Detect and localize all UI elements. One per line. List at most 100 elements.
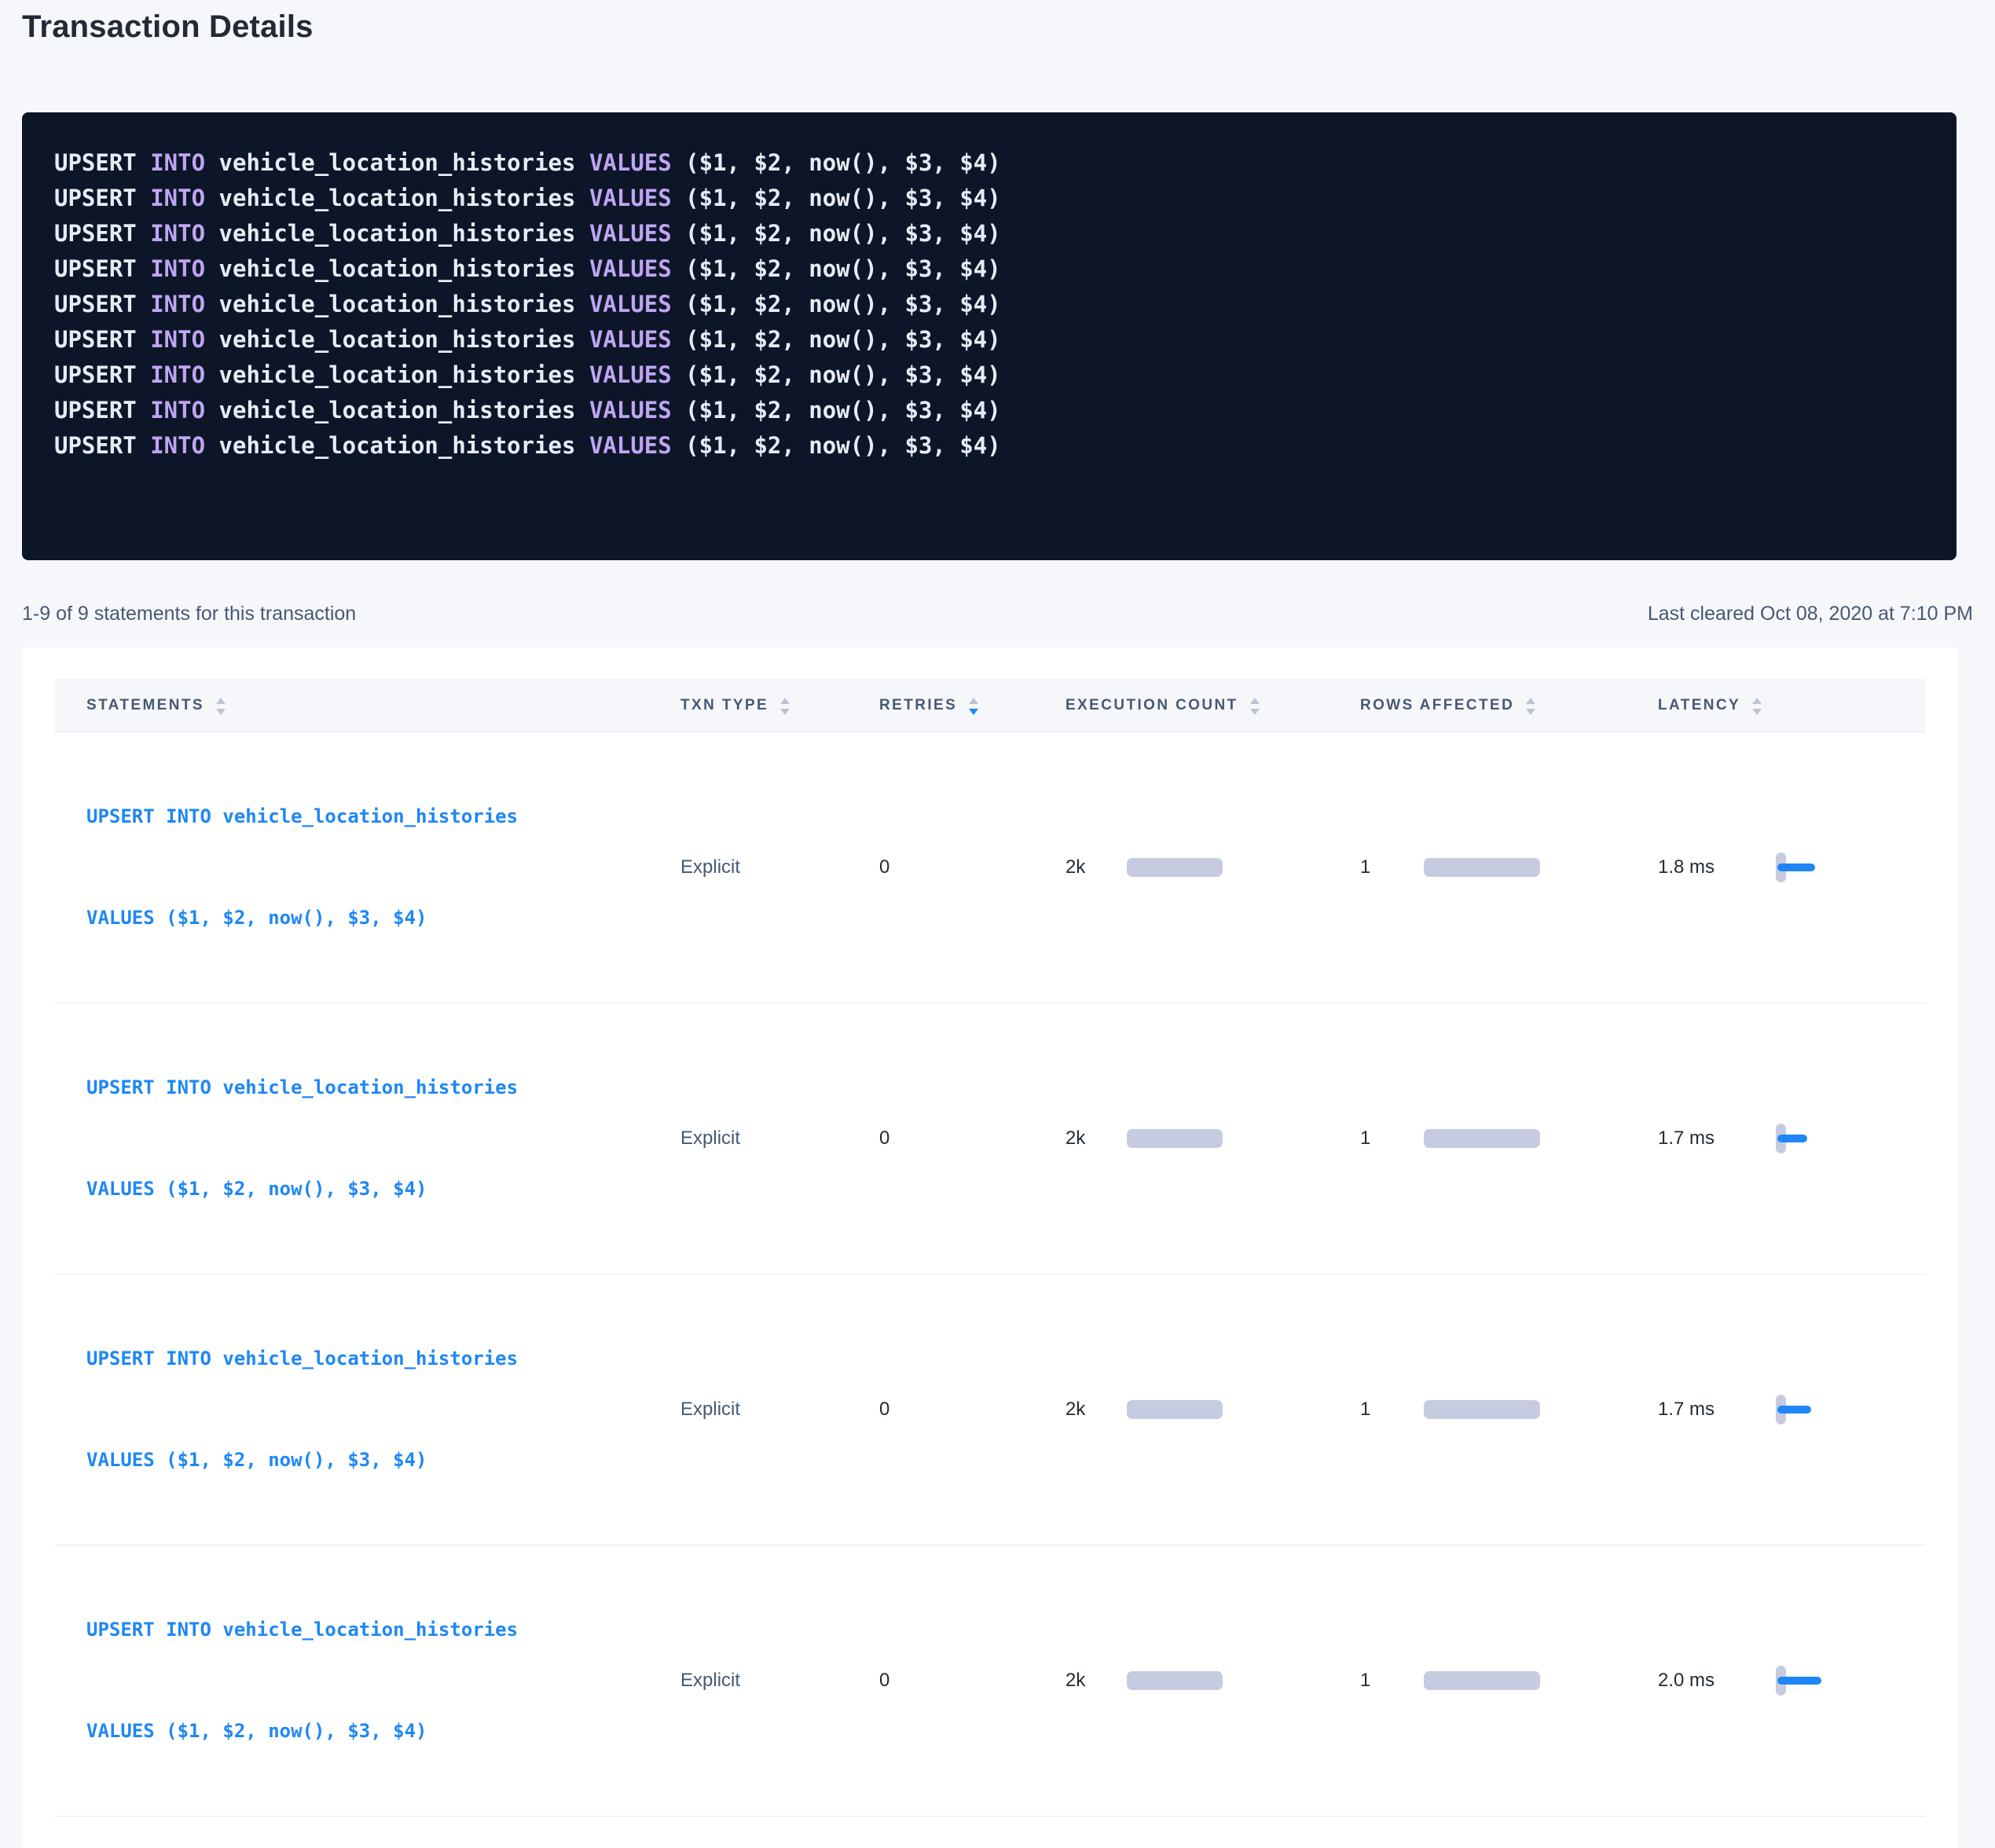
sql-keyword: INTO xyxy=(150,255,205,282)
latency-cell: 1.7 ms xyxy=(1658,1394,1925,1425)
sql-text: ($1, $2, now(), $3, $4) xyxy=(672,149,1001,176)
sort-up-icon xyxy=(1250,698,1260,704)
statement-line-2: VALUES ($1, $2, now(), $3, $4) xyxy=(86,901,680,935)
rows-affected-value: 1 xyxy=(1360,1670,1384,1692)
latency-bar xyxy=(1777,864,1815,871)
execution-count-cell: 2k xyxy=(1065,1399,1360,1421)
statements-count-text: 1-9 of 9 statements for this transaction xyxy=(22,601,356,626)
execution-count-bar xyxy=(1127,1129,1223,1148)
sql-keyword: INTO xyxy=(150,220,205,247)
table-header-cell[interactable]: EXECUTION COUNT xyxy=(1065,696,1360,715)
latency-bar-graphic xyxy=(1776,1394,1839,1425)
sql-text: UPSERT xyxy=(54,432,150,459)
statements-table-body: UPSERT INTO vehicle_location_histories V… xyxy=(55,732,1925,1817)
table-header-cell[interactable]: STATEMENTS xyxy=(55,696,680,715)
table-header-cell[interactable]: ROWS AFFECTED xyxy=(1360,696,1658,715)
table-header-cell[interactable]: RETRIES xyxy=(879,696,1065,715)
retries-cell: 0 xyxy=(879,1670,1065,1692)
sql-text: ($1, $2, now(), $3, $4) xyxy=(672,432,1001,459)
sql-keyword: VALUES xyxy=(589,185,672,211)
execution-count-cell: 2k xyxy=(1065,856,1360,878)
code-line: UPSERT INTO vehicle_location_histories V… xyxy=(54,358,1923,393)
sql-text: ($1, $2, now(), $3, $4) xyxy=(672,291,1001,317)
table-header-label: STATEMENTS xyxy=(86,697,204,714)
latency-cell: 1.8 ms xyxy=(1658,852,1925,883)
page-title: Transaction Details xyxy=(22,6,1973,47)
statement-link[interactable]: UPSERT INTO vehicle_location_histories V… xyxy=(55,1546,680,1816)
sort-up-icon xyxy=(1752,698,1762,704)
sql-text: vehicle_location_histories xyxy=(205,432,589,459)
statement-link[interactable]: UPSERT INTO vehicle_location_histories V… xyxy=(55,1274,680,1545)
sql-keyword: INTO xyxy=(150,361,205,388)
retries-cell: 0 xyxy=(879,856,1065,878)
txn-type-cell: Explicit xyxy=(680,1399,879,1421)
txn-type-cell: Explicit xyxy=(680,1128,879,1150)
rows-affected-value: 1 xyxy=(1360,1399,1384,1421)
sql-text: UPSERT xyxy=(54,220,150,247)
table-header-label: LATENCY xyxy=(1658,697,1740,714)
sql-text: UPSERT xyxy=(54,149,150,176)
statement-line-2: VALUES ($1, $2, now(), $3, $4) xyxy=(86,1443,680,1477)
retries-cell: 0 xyxy=(879,1128,1065,1150)
statement-link[interactable]: UPSERT INTO vehicle_location_histories V… xyxy=(55,1003,680,1274)
sql-text: UPSERT xyxy=(54,291,150,317)
sql-text: UPSERT xyxy=(54,185,150,211)
sql-text: vehicle_location_histories xyxy=(205,397,589,424)
latency-value: 2.0 ms xyxy=(1658,1670,1776,1692)
latency-value: 1.8 ms xyxy=(1658,856,1776,878)
rows-affected-value: 1 xyxy=(1360,856,1384,878)
code-line: UPSERT INTO vehicle_location_histories V… xyxy=(54,393,1923,428)
code-line: UPSERT INTO vehicle_location_histories V… xyxy=(54,145,1923,181)
sql-text: vehicle_location_histories xyxy=(205,220,589,247)
statement-link[interactable]: UPSERT INTO vehicle_location_histories V… xyxy=(55,732,680,1003)
transaction-details-page: Transaction Details UPSERT INTO vehicle_… xyxy=(0,6,1995,1848)
rows-affected-cell: 1 xyxy=(1360,856,1658,878)
sql-text: UPSERT xyxy=(54,397,150,424)
execution-count-value: 2k xyxy=(1065,1670,1089,1692)
table-header-cell[interactable]: TXN TYPE xyxy=(680,696,879,715)
execution-count-bar xyxy=(1127,1671,1223,1690)
statement-line-1: UPSERT INTO vehicle_location_histories xyxy=(86,800,680,834)
table-header-cell[interactable]: LATENCY xyxy=(1658,696,1925,715)
sql-text: vehicle_location_histories xyxy=(205,291,589,317)
sql-keyword: VALUES xyxy=(589,326,672,353)
rows-affected-bar xyxy=(1424,1129,1540,1148)
code-line: UPSERT INTO vehicle_location_histories V… xyxy=(54,251,1923,287)
execution-count-cell: 2k xyxy=(1065,1128,1360,1150)
sql-text: vehicle_location_histories xyxy=(205,149,589,176)
table-info-bar: 1-9 of 9 statements for this transaction… xyxy=(22,601,1973,626)
statements-table-header: STATEMENTS TXN TYPE RETRIES EXECUTION CO… xyxy=(55,679,1925,732)
execution-count-bar xyxy=(1127,858,1223,877)
latency-cell: 2.0 ms xyxy=(1658,1665,1925,1696)
sql-keyword: INTO xyxy=(150,185,205,211)
rows-affected-value: 1 xyxy=(1360,1128,1384,1150)
sql-text: ($1, $2, now(), $3, $4) xyxy=(672,220,1001,247)
table-row: UPSERT INTO vehicle_location_histories V… xyxy=(55,1546,1925,1817)
sql-keyword: INTO xyxy=(150,397,205,424)
rows-affected-bar xyxy=(1424,858,1540,877)
sql-text: ($1, $2, now(), $3, $4) xyxy=(672,185,1001,211)
code-line: UPSERT INTO vehicle_location_histories V… xyxy=(54,287,1923,322)
sort-up-icon xyxy=(1526,698,1535,704)
sql-text: vehicle_location_histories xyxy=(205,361,589,388)
execution-count-value: 2k xyxy=(1065,856,1089,878)
rows-affected-bar xyxy=(1424,1400,1540,1419)
sql-keyword: VALUES xyxy=(589,397,672,424)
sql-text: UPSERT xyxy=(54,361,150,388)
sql-text: ($1, $2, now(), $3, $4) xyxy=(672,361,1001,388)
sort-down-icon xyxy=(1752,709,1762,715)
table-header-label: TXN TYPE xyxy=(680,697,768,714)
latency-bar-graphic xyxy=(1776,1665,1839,1696)
sql-keyword: VALUES xyxy=(589,291,672,317)
code-line: UPSERT INTO vehicle_location_histories V… xyxy=(54,181,1923,216)
execution-count-value: 2k xyxy=(1065,1128,1089,1150)
sort-up-icon xyxy=(216,698,226,704)
latency-bar xyxy=(1777,1406,1811,1414)
sql-text: UPSERT xyxy=(54,326,150,353)
rows-affected-cell: 1 xyxy=(1360,1670,1658,1692)
sql-text: vehicle_location_histories xyxy=(205,185,589,211)
sort-icons xyxy=(216,696,226,715)
sort-down-icon xyxy=(969,709,978,715)
sql-keyword: VALUES xyxy=(589,432,672,459)
txn-type-cell: Explicit xyxy=(680,856,879,878)
